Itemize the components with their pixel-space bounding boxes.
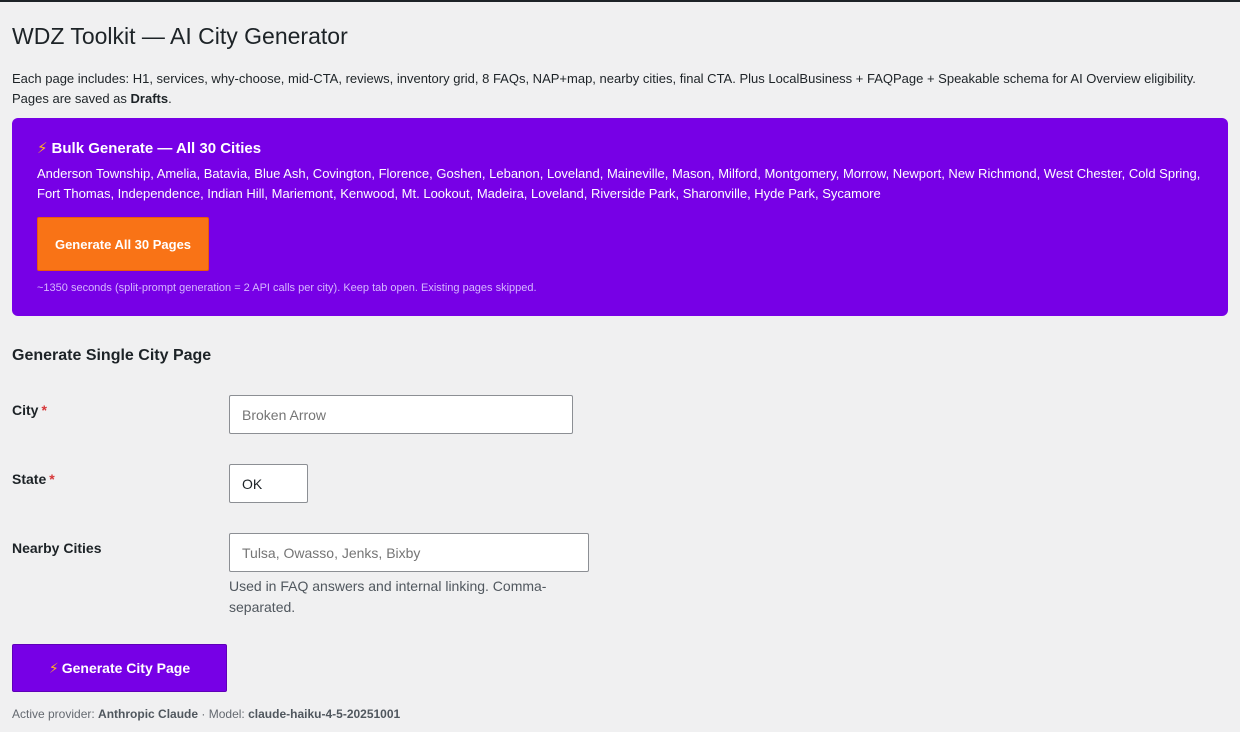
bulk-generate-title: ⚡ Bulk Generate — All 30 Cities [37, 138, 261, 160]
single-city-section-title: Generate Single City Page [12, 347, 212, 364]
city-label: City * [12, 400, 47, 420]
bulk-city-list: Anderson Township, Amelia, Batavia, Blue… [37, 166, 1201, 201]
provider-name: Anthropic Claude [98, 707, 199, 721]
nearby-cities-input[interactable] [229, 533, 589, 572]
city-required-mark: * [41, 402, 47, 418]
state-required-mark: * [49, 471, 55, 487]
generate-all-pages-button[interactable]: Generate All 30 Pages [37, 217, 209, 271]
lightning-bolt-icon: ⚡ [48, 659, 59, 676]
city-label-text: City [12, 402, 39, 418]
state-label: State * [12, 469, 55, 489]
nearby-cities-help: Used in FAQ answers and internal linking… [229, 578, 547, 615]
intro-end: . [168, 90, 172, 106]
nearby-cities-label: Nearby Cities [12, 540, 102, 556]
bulk-generate-title-text: Bulk Generate — All 30 Cities [51, 140, 262, 157]
model-name: claude-haiku-4-5-20251001 [248, 707, 401, 721]
bulk-generate-note: ~1350 seconds (split-prompt generation =… [37, 282, 537, 294]
lightning-bolt-icon: ⚡ [37, 140, 48, 157]
intro-text: Each page includes: H1, services, why-ch… [12, 71, 1196, 106]
bulk-generate-panel: ⚡ Bulk Generate — All 30 Cities Anderson … [12, 118, 1228, 316]
state-label-text: State [12, 471, 47, 487]
model-label: Model: [208, 707, 245, 721]
page-title: WDZ Toolkit — AI City Generator [12, 23, 348, 49]
generate-city-page-label: Generate City Page [61, 659, 191, 676]
provider-info: Active provider: Anthropic Claude · Mode… [12, 706, 400, 722]
intro-description: Each page includes: H1, services, why-ch… [12, 69, 1217, 108]
generate-city-page-button[interactable]: ⚡ Generate City Page [12, 644, 227, 692]
provider-separator: · [201, 707, 206, 721]
provider-label: Active provider: [12, 707, 95, 721]
state-input[interactable] [229, 464, 308, 503]
city-input[interactable] [229, 395, 573, 434]
intro-drafts-emphasis: Drafts [130, 90, 169, 106]
